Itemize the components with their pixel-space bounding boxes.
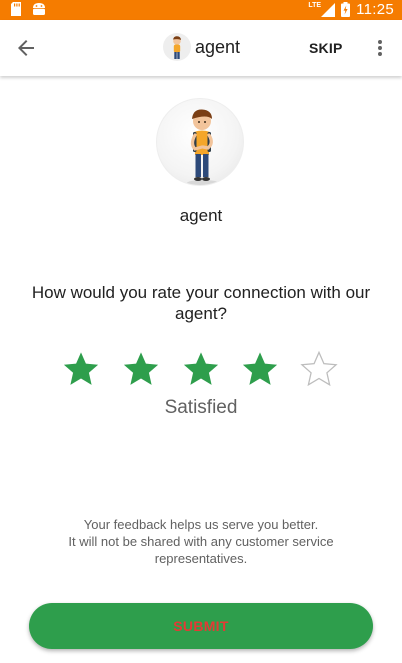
back-button[interactable] xyxy=(14,36,38,60)
star-rating xyxy=(62,350,342,390)
more-options-button[interactable] xyxy=(370,36,390,60)
agent-avatar-icon xyxy=(173,36,181,59)
submit-button[interactable]: SUBMIT xyxy=(29,603,373,649)
status-bar: LTE 11:25 xyxy=(0,0,402,20)
star-5-icon[interactable] xyxy=(300,350,338,388)
star-2-icon[interactable] xyxy=(122,350,160,388)
agent-avatar xyxy=(156,98,244,186)
submit-label: SUBMIT xyxy=(173,618,229,634)
star-1-icon[interactable] xyxy=(62,350,100,388)
star-3-icon[interactable] xyxy=(182,350,220,388)
app-bar: agent SKIP xyxy=(0,20,402,76)
feedback-line-1: Your feedback helps us serve you better. xyxy=(83,517,319,532)
more-vert-icon xyxy=(378,40,382,56)
title-avatar xyxy=(163,33,191,61)
agent-name: agent xyxy=(179,206,223,225)
feedback-note: Your feedback helps us serve you better.… xyxy=(40,516,362,567)
status-time: 11:25 xyxy=(356,1,394,18)
skip-button[interactable]: SKIP xyxy=(309,40,342,56)
page-title: agent xyxy=(195,37,241,57)
signal-icon xyxy=(321,2,336,17)
rating-label: Satisfied xyxy=(164,397,238,418)
agent-character-image xyxy=(187,109,219,185)
sd-card-icon xyxy=(11,2,21,16)
feedback-line-2: It will not be shared with any customer … xyxy=(68,534,334,566)
rating-question: How would you rate your connection with … xyxy=(31,283,371,323)
network-type: LTE xyxy=(308,2,322,9)
battery-charging-icon xyxy=(341,2,351,17)
star-4-icon[interactable] xyxy=(241,350,279,388)
back-arrow-icon xyxy=(18,40,34,56)
android-icon xyxy=(33,3,45,15)
